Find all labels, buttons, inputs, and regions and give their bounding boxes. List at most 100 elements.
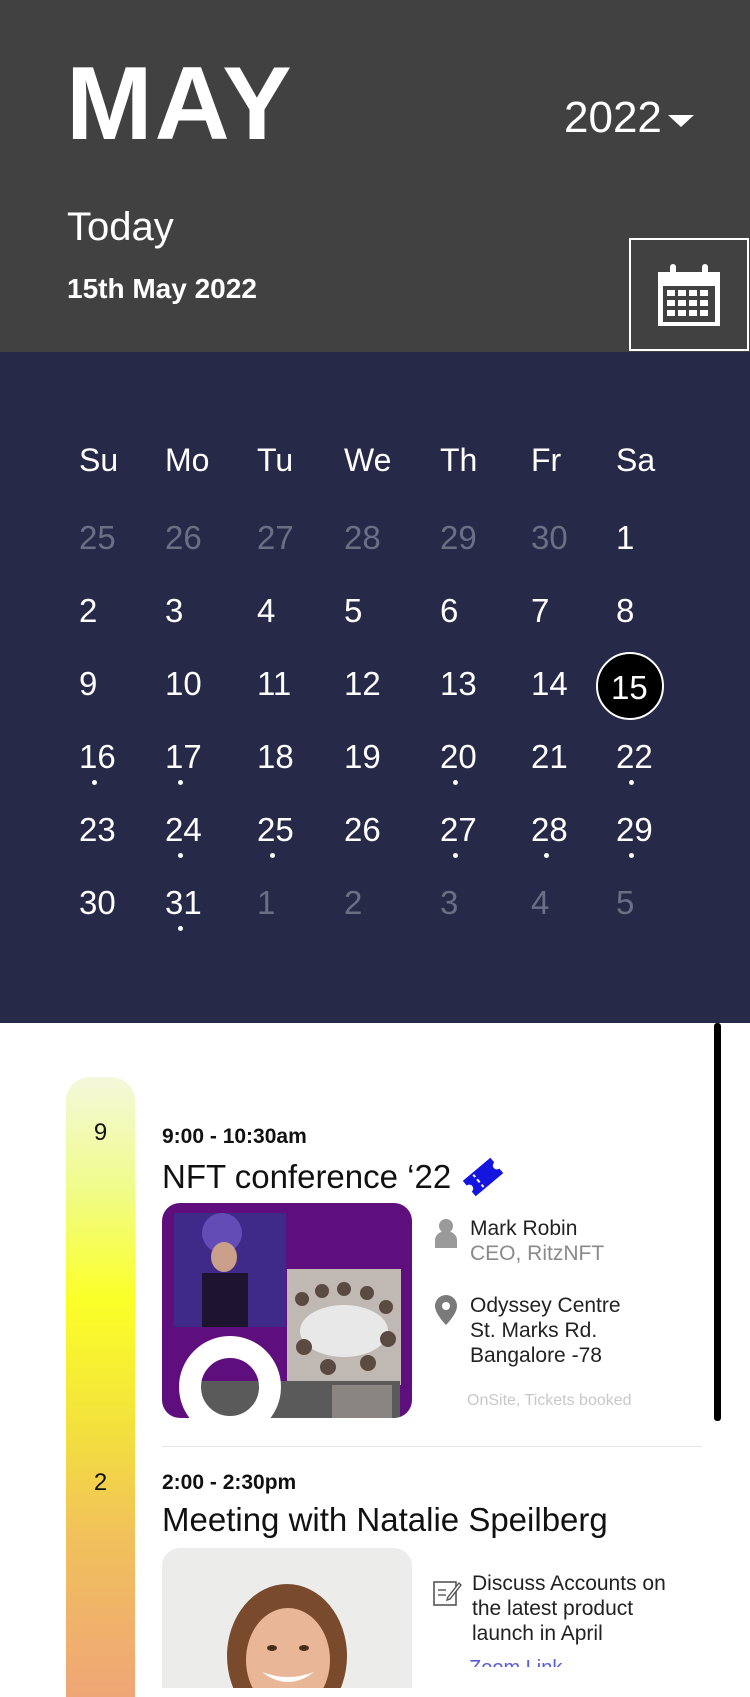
day-number: 26	[344, 811, 381, 848]
event-location[interactable]: Odyssey Centre St. Marks Rd. Bangalore -…	[434, 1293, 621, 1368]
location-line: Odyssey Centre	[470, 1294, 621, 1317]
calendar-day[interactable]: 1	[597, 517, 680, 590]
day-number: 1	[257, 884, 276, 921]
calendar-day[interactable]: 23	[60, 809, 146, 882]
day-number: 5	[616, 884, 635, 921]
calendar-day[interactable]: 10	[146, 663, 238, 736]
event-card[interactable]: 9:00 - 10:30am NFT conference ‘22	[162, 1125, 505, 1199]
event-card[interactable]: 2:00 - 2:30pm Meeting with Natalie Speil…	[162, 1471, 608, 1539]
weekday-header: Mo	[165, 442, 210, 478]
day-number: 9	[79, 665, 98, 702]
calendar-day[interactable]: 30	[60, 882, 146, 955]
event-title: Meeting with Natalie Speilberg	[162, 1501, 608, 1538]
weekday-header: Th	[440, 442, 478, 478]
day-number: 7	[531, 592, 550, 629]
day-number: 13	[440, 665, 477, 702]
calendar-day[interactable]: 26	[146, 517, 238, 590]
weekday-header: Sa	[616, 442, 656, 478]
calendar-day[interactable]: 9	[60, 663, 146, 736]
location-pin-icon	[435, 1295, 457, 1325]
calendar-day[interactable]: 16	[60, 736, 146, 809]
day-number: 28	[531, 811, 568, 848]
calendar-day[interactable]: 12	[325, 663, 421, 736]
calendar-day[interactable]: 28	[512, 809, 597, 882]
day-number: 23	[79, 811, 116, 848]
day-number: 12	[344, 665, 381, 702]
calendar-day[interactable]: 20	[421, 736, 512, 809]
day-number: 18	[257, 738, 294, 775]
event-indicator-dot	[629, 853, 634, 858]
note-edit-icon	[433, 1581, 462, 1606]
calendar-day[interactable]: 29	[421, 517, 512, 590]
day-number: 19	[344, 738, 381, 775]
calendar-day[interactable]: 4	[512, 882, 597, 955]
day-number: 22	[616, 738, 653, 775]
calendar-day[interactable]: 5	[597, 882, 680, 955]
calendar-day[interactable]: 30	[512, 517, 597, 590]
zoom-link[interactable]: Zoom Link	[469, 1657, 562, 1667]
calendar-day[interactable]: 2	[325, 882, 421, 955]
event-time: 2:00 - 2:30pm	[162, 1471, 297, 1494]
day-number: 29	[616, 811, 653, 848]
calendar-day[interactable]: 3	[146, 590, 238, 663]
calendar-day[interactable]: 3	[421, 882, 512, 955]
calendar-day[interactable]: 25	[60, 517, 146, 590]
day-number: 11	[257, 665, 292, 702]
day-number: 20	[440, 738, 477, 775]
event-title: NFT conference ‘22	[162, 1158, 452, 1195]
day-number: 17	[165, 738, 202, 775]
calendar-day[interactable]: 2	[60, 590, 146, 663]
event-indicator-dot	[453, 780, 458, 785]
year-selector[interactable]: 2022	[564, 96, 694, 140]
event-indicator-dot	[270, 853, 275, 858]
calendar-day[interactable]: 4	[238, 590, 325, 663]
calendar-day[interactable]: 26	[325, 809, 421, 882]
calendar-day[interactable]: 17	[146, 736, 238, 809]
timeline-hour: 2	[93, 1469, 108, 1496]
location-line: St. Marks Rd.	[470, 1319, 598, 1342]
calendar-day[interactable]: 28	[325, 517, 421, 590]
calendar-button[interactable]	[629, 238, 749, 351]
calendar-day[interactable]: 18	[238, 736, 325, 809]
day-number: 5	[344, 592, 363, 629]
calendar-day[interactable]: 5	[325, 590, 421, 663]
calendar-day[interactable]: 24	[146, 809, 238, 882]
calendar-day[interactable]: 7	[512, 590, 597, 663]
event-photo-collage[interactable]	[162, 1203, 412, 1418]
note-line: launch in April	[472, 1622, 603, 1645]
calendar-day[interactable]: 29	[597, 809, 680, 882]
calendar-day[interactable]: 25	[238, 809, 325, 882]
calendar-day[interactable]: 21	[512, 736, 597, 809]
calendar-day[interactable]: 27	[238, 517, 325, 590]
event-indicator-dot	[178, 780, 183, 785]
calendar-day[interactable]: 8	[597, 590, 680, 663]
calendar-day[interactable]: 6	[421, 590, 512, 663]
day-number: 15	[611, 669, 648, 706]
event-list: 9 2 9:00 - 10:30am NFT conference ‘22 Ma…	[0, 1023, 750, 1697]
conference-photo	[162, 1203, 412, 1418]
day-number: 21	[531, 738, 568, 775]
event-indicator-dot	[92, 780, 97, 785]
year-label: 2022	[564, 93, 662, 142]
event-status: OnSite, Tickets booked	[467, 1392, 632, 1409]
calendar-day[interactable]: 1	[238, 882, 325, 955]
day-number: 8	[616, 592, 635, 629]
ticket-icon	[462, 1157, 504, 1197]
note-line: the latest product	[472, 1597, 634, 1620]
day-number: 31	[165, 884, 202, 921]
month-title: MAY	[66, 46, 294, 162]
host-role: CEO, RitzNFT	[470, 1242, 605, 1265]
scrollbar[interactable]	[714, 1023, 721, 1421]
calendar-day[interactable]: 11	[238, 663, 325, 736]
day-number: 27	[440, 811, 477, 848]
calendar-day[interactable]: 13	[421, 663, 512, 736]
calendar-day[interactable]: 31	[146, 882, 238, 955]
calendar-day[interactable]: 27	[421, 809, 512, 882]
calendar-day-selected[interactable]: 15	[596, 652, 680, 736]
calendar-day[interactable]: 22	[597, 736, 680, 809]
weekday-header: Tu	[257, 442, 294, 478]
calendar-day[interactable]: 19	[325, 736, 421, 809]
day-number: 16	[79, 738, 116, 775]
attendee-photo[interactable]	[162, 1548, 412, 1688]
calendar-day[interactable]: 14	[512, 663, 597, 736]
